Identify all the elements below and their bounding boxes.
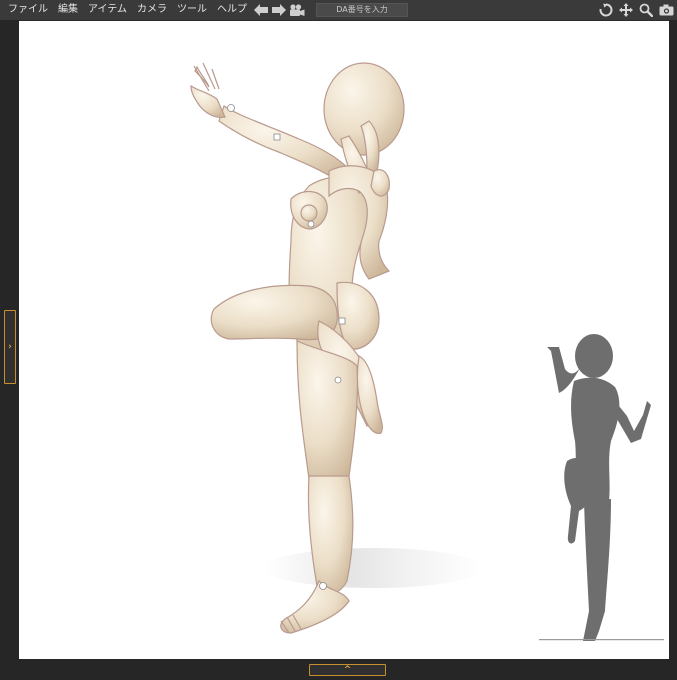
menu-file[interactable]: ファイル [0, 0, 53, 20]
floor-shadow [264, 548, 484, 588]
joint-marker[interactable] [319, 582, 327, 590]
menu-tool[interactable]: ツール [172, 0, 212, 20]
menu-item[interactable]: アイテム [83, 0, 132, 20]
screenshot-icon[interactable] [657, 0, 675, 20]
chevron-right-icon: › [8, 341, 12, 352]
joint-marker[interactable] [227, 104, 235, 112]
zoom-icon[interactable] [637, 0, 655, 20]
menu-bar: ファイル 編集 アイテム カメラ ツール ヘルプ DA番号を入力 [0, 0, 677, 20]
move-icon[interactable] [617, 0, 635, 20]
menu-help[interactable]: ヘルプ [212, 0, 252, 20]
joint-marker[interactable] [338, 317, 346, 325]
joint-marker[interactable] [273, 133, 281, 141]
joint-marker[interactable] [334, 376, 342, 384]
reference-silhouette [539, 334, 664, 641]
view-tools [597, 0, 675, 20]
arrow-left-icon[interactable] [252, 0, 270, 20]
right-frame [669, 20, 677, 660]
chevron-up-icon: ^ [343, 664, 352, 675]
da-number-input[interactable]: DA番号を入力 [316, 3, 408, 17]
3d-viewport[interactable] [19, 21, 669, 659]
mannequin-figure[interactable] [190, 62, 405, 634]
menu-camera[interactable]: カメラ [132, 0, 172, 20]
joint-marker[interactable] [307, 220, 315, 228]
bottom-panel-toggle[interactable]: ^ [309, 664, 386, 676]
scene [190, 62, 664, 641]
menu-edit[interactable]: 編集 [53, 0, 83, 20]
left-panel-toggle[interactable]: › [4, 310, 16, 384]
rotate-icon[interactable] [597, 0, 615, 20]
arrow-right-icon[interactable] [270, 0, 288, 20]
movie-camera-icon[interactable] [288, 0, 306, 20]
